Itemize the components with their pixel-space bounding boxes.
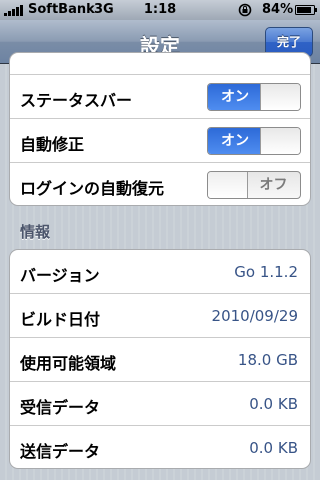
info-section-header: 情報: [20, 223, 51, 241]
sent-data-label: 送信データ: [20, 442, 101, 461]
clipped-row: [10, 53, 310, 75]
auto-restore-login-label: ログインの自動復元: [20, 179, 165, 198]
switch-knob: [260, 128, 300, 154]
info-row-received-data: 受信データ 0.0 KB: [10, 382, 310, 426]
sent-data-value: 0.0 KB: [249, 439, 298, 457]
settings-row-autocorrect: 自動修正 オン: [10, 119, 310, 163]
info-row-available-space: 使用可能領域 18.0 GB: [10, 338, 310, 382]
version-label: バージョン: [20, 266, 100, 285]
received-data-value: 0.0 KB: [249, 395, 298, 413]
info-row-sent-data: 送信データ 0.0 KB: [10, 426, 310, 468]
build-date-value: 2010/09/29: [211, 307, 298, 325]
settings-row-auto-restore-login: ログインの自動復元 オフ: [10, 163, 310, 205]
rotation-lock-icon: [238, 3, 252, 17]
status-bar: SoftBank 3G 1:18 84%: [0, 0, 320, 20]
build-date-label: ビルド日付: [20, 310, 101, 329]
toggle-settings-group: ステータスバー オン 自動修正 オン ログインの自動復元 オフ: [9, 52, 311, 206]
battery-percent: 84%: [262, 2, 294, 17]
auto-restore-login-switch[interactable]: オフ: [207, 171, 301, 199]
info-row-version: バージョン Go 1.1.2: [10, 250, 310, 294]
version-value: Go 1.1.2: [234, 263, 298, 281]
info-row-build-date: ビルド日付 2010/09/29: [10, 294, 310, 338]
received-data-label: 受信データ: [20, 398, 101, 417]
status-bar-label: ステータスバー: [20, 91, 133, 110]
autocorrect-switch[interactable]: オン: [207, 127, 301, 155]
switch-state-label: オフ: [259, 177, 288, 193]
switch-state-label: オン: [208, 128, 262, 154]
switch-state-label: オン: [208, 84, 262, 110]
settings-row-status-bar: ステータスバー オン: [10, 75, 310, 119]
battery-icon: [295, 5, 317, 15]
available-space-value: 18.0 GB: [237, 351, 298, 369]
available-space-label: 使用可能領域: [20, 354, 117, 373]
autocorrect-label: 自動修正: [20, 135, 85, 154]
switch-knob: [260, 84, 300, 110]
switch-knob: [208, 172, 248, 198]
info-group: バージョン Go 1.1.2 ビルド日付 2010/09/29 使用可能領域 1…: [9, 249, 311, 469]
status-bar-switch[interactable]: オン: [207, 83, 301, 111]
